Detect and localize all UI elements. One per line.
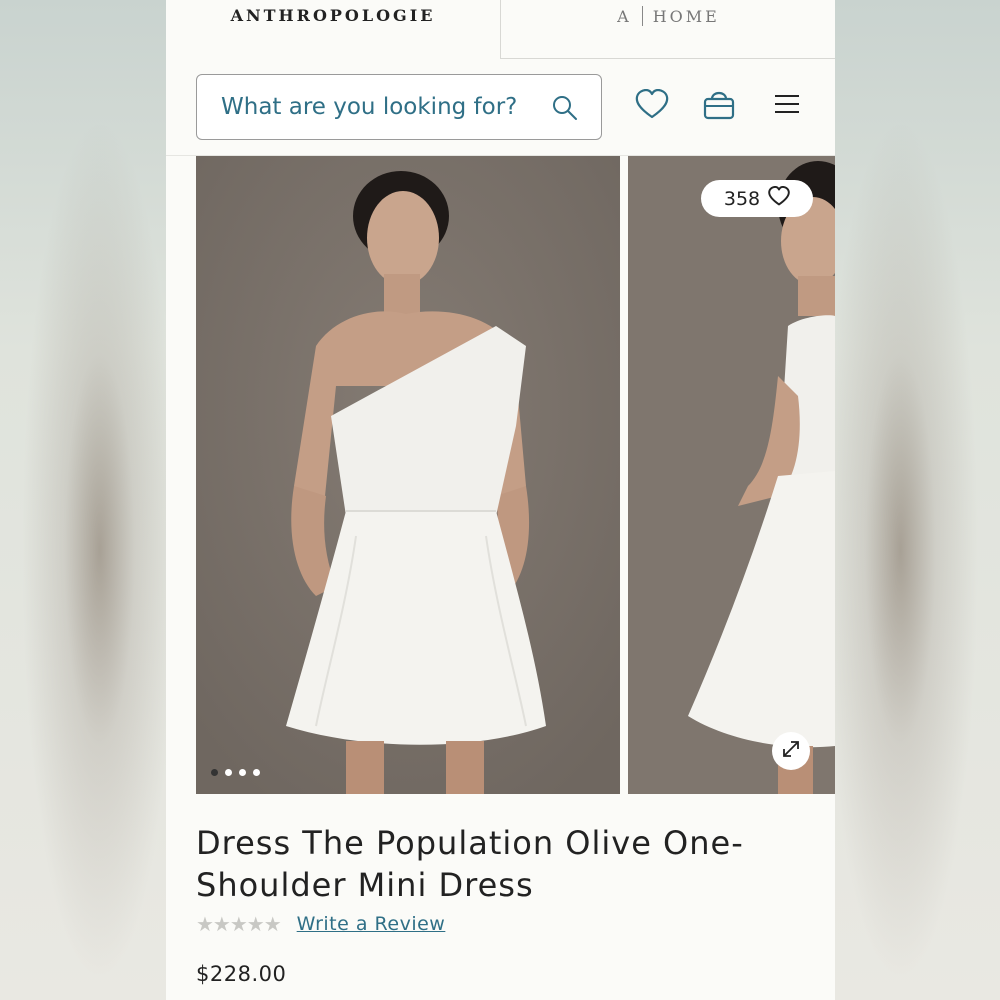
product-image-secondary[interactable] [628,156,835,794]
home-tab-label: HOME [652,6,720,26]
product-price: $228.00 [196,962,287,986]
rating-row: ★★★★★ Write a Review [196,912,445,936]
background-blur-right [834,0,1000,1000]
cart-button[interactable] [699,86,739,126]
menu-button[interactable] [767,86,807,126]
search-placeholder: What are you looking for? [221,94,518,120]
home-tab[interactable]: A HOME [500,0,835,59]
expand-icon [780,738,802,764]
search-icon[interactable] [551,94,579,126]
mobile-page: ANTHROPOLOGIE A HOME What are you lookin… [166,0,835,1000]
product-title-line2: Shoulder Mini Dress [196,866,534,904]
brand-logo: ANTHROPOLOGIE [230,6,436,25]
search-input[interactable]: What are you looking for? [196,74,602,140]
model-photo-side [628,156,835,794]
model-photo-front [196,156,620,794]
product-title: Dress The Population Olive One- Shoulder… [196,822,796,906]
carousel-dot[interactable] [225,769,232,776]
expand-image-button[interactable] [772,732,810,770]
bag-icon [702,88,736,124]
wishlist-button[interactable] [632,86,672,126]
background-blur-left [0,0,166,1000]
carousel-dot[interactable] [211,769,218,776]
brand-tab[interactable]: ANTHROPOLOGIE [166,0,500,58]
product-image-main[interactable] [196,156,620,794]
write-review-link[interactable]: Write a Review [297,913,446,935]
product-title-line1: Dress The Population Olive One- [196,824,744,862]
home-tab-letter: A [617,6,632,26]
carousel-dot[interactable] [253,769,260,776]
like-button[interactable]: 358 [701,180,813,217]
rating-stars: ★★★★★ [196,912,282,936]
home-tab-separator [641,6,643,26]
carousel-dot[interactable] [239,769,246,776]
heart-icon [768,185,790,211]
carousel-dots[interactable] [211,769,260,776]
heart-icon [635,88,669,123]
menu-icon [773,93,801,119]
like-count: 358 [723,187,761,210]
